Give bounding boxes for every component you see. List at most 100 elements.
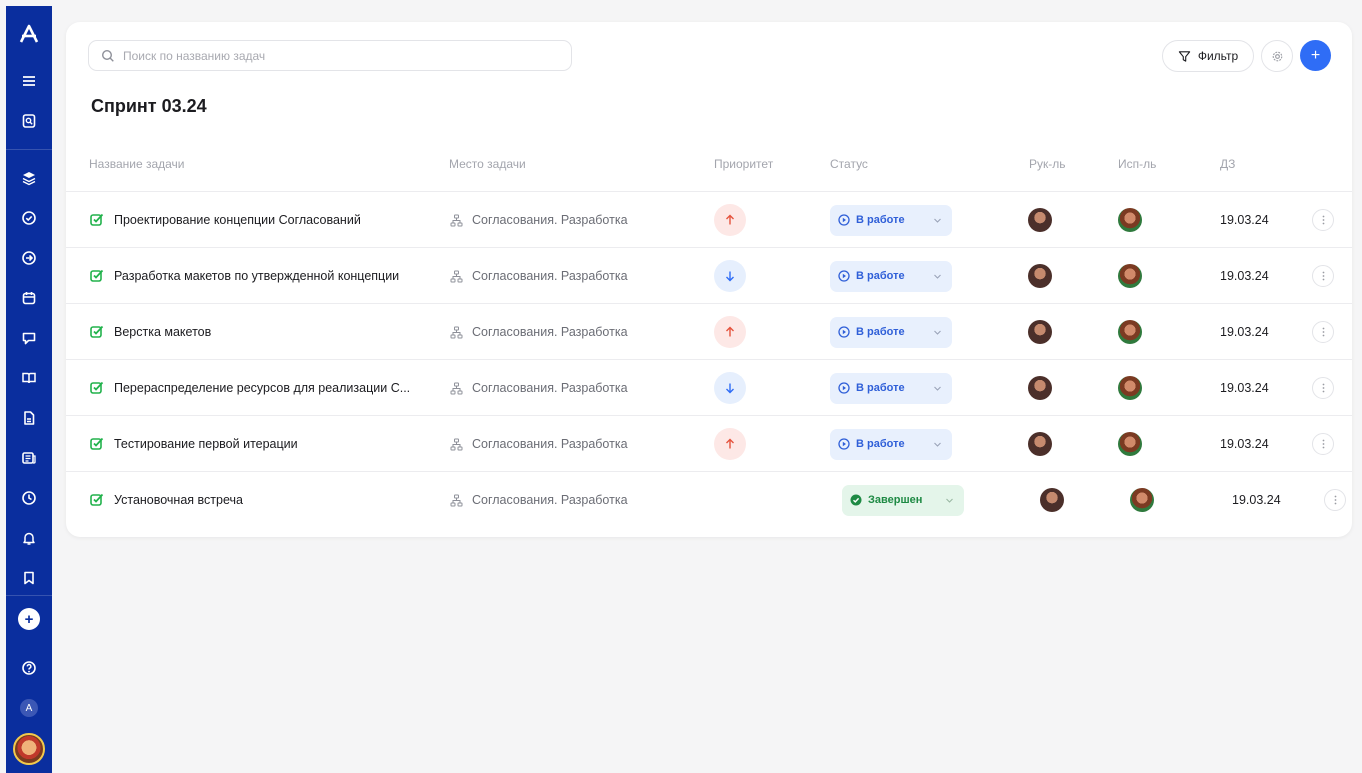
checkbox-checked-icon[interactable]	[90, 325, 104, 339]
play-circle-icon	[838, 270, 850, 282]
status-label: В работе	[856, 326, 905, 338]
priority-badge[interactable]	[714, 428, 746, 460]
checkbox-checked-icon[interactable]	[90, 381, 104, 395]
priority-badge[interactable]	[714, 372, 746, 404]
status-dropdown[interactable]: В работе	[830, 204, 952, 236]
task-place[interactable]: Согласования. Разработка	[472, 325, 628, 339]
avatar[interactable]	[1028, 264, 1052, 288]
arrow-up-icon	[726, 214, 734, 225]
search-box[interactable]	[88, 40, 572, 71]
more-icon[interactable]	[1312, 321, 1334, 343]
more-icon[interactable]	[1324, 489, 1346, 511]
status-dropdown[interactable]: В работе	[830, 260, 952, 292]
search-doc-icon[interactable]	[14, 106, 44, 136]
chevron-down-icon	[934, 218, 941, 223]
task-place[interactable]: Согласования. Разработка	[472, 213, 628, 227]
add-task-button[interactable]: +	[1300, 40, 1331, 71]
workspace-badge[interactable]: A	[20, 699, 38, 717]
avatar[interactable]	[1028, 376, 1052, 400]
table-row[interactable]: Тестирование первой итерации Согласовани…	[66, 415, 1352, 471]
checkbox-checked-icon[interactable]	[90, 213, 104, 227]
task-name[interactable]: Тестирование первой итерации	[114, 437, 298, 451]
checkbox-checked-icon[interactable]	[90, 493, 104, 507]
more-icon[interactable]	[1312, 265, 1334, 287]
table-row[interactable]: Верстка макетов Согласования. Разработка…	[66, 303, 1352, 359]
arrow-circle-icon[interactable]	[14, 243, 44, 273]
calendar-icon[interactable]	[14, 283, 44, 313]
bell-icon[interactable]	[14, 523, 44, 553]
due-date: 19.03.24	[1220, 325, 1269, 339]
check-circle-icon[interactable]	[14, 203, 44, 233]
search-input[interactable]	[123, 48, 563, 63]
table-row[interactable]: Перераспределение ресурсов для реализаци…	[66, 359, 1352, 415]
avatar[interactable]	[1118, 432, 1142, 456]
more-icon[interactable]	[1312, 377, 1334, 399]
status-cell: В работе	[830, 416, 952, 472]
filter-label: Фильтр	[1197, 49, 1239, 63]
more-icon[interactable]	[1312, 209, 1334, 231]
checkbox-checked-icon[interactable]	[90, 269, 104, 283]
task-name[interactable]: Проектирование концепции Согласований	[114, 213, 361, 227]
row-menu-cell	[1324, 472, 1346, 528]
task-name[interactable]: Верстка макетов	[114, 325, 211, 339]
document-icon[interactable]	[14, 403, 44, 433]
table-row[interactable]: Проектирование концепции Согласований Со…	[66, 191, 1352, 247]
task-place[interactable]: Согласования. Разработка	[472, 437, 628, 451]
status-dropdown[interactable]: Завершен	[842, 484, 964, 516]
due-date: 19.03.24	[1232, 493, 1281, 507]
task-place[interactable]: Согласования. Разработка	[472, 269, 628, 283]
avatar[interactable]	[1118, 376, 1142, 400]
chevron-down-icon	[934, 330, 941, 335]
help-icon[interactable]	[14, 653, 44, 683]
settings-button[interactable]	[1261, 40, 1293, 72]
user-avatar[interactable]	[13, 733, 45, 765]
row-menu-cell	[1312, 248, 1334, 304]
avatar[interactable]	[1028, 432, 1052, 456]
layers-icon[interactable]	[14, 163, 44, 193]
table-row[interactable]: Установочная встреча Согласования. Разра…	[66, 471, 1352, 527]
avatar[interactable]	[1118, 320, 1142, 344]
news-icon[interactable]	[14, 443, 44, 473]
column-header-date[interactable]: ДЗ	[1220, 157, 1235, 171]
column-header-name[interactable]: Название задачи	[89, 157, 185, 171]
book-icon[interactable]	[14, 363, 44, 393]
chat-icon[interactable]	[14, 323, 44, 353]
status-dropdown[interactable]: В работе	[830, 372, 952, 404]
column-header-priority[interactable]: Приоритет	[714, 157, 773, 171]
status-dropdown[interactable]: В работе	[830, 428, 952, 460]
task-place[interactable]: Согласования. Разработка	[472, 493, 628, 507]
column-header-place[interactable]: Место задачи	[449, 157, 526, 171]
due-date: 19.03.24	[1220, 381, 1269, 395]
filter-button[interactable]: Фильтр	[1162, 40, 1254, 72]
sidebar-add-button[interactable]: +	[18, 608, 40, 630]
column-header-exec[interactable]: Исп-ль	[1118, 157, 1156, 171]
priority-cell	[714, 192, 746, 248]
task-name[interactable]: Разработка макетов по утвержденной конце…	[114, 269, 399, 283]
sidebar: + A	[6, 6, 52, 773]
avatar[interactable]	[1118, 264, 1142, 288]
exec-cell	[1118, 360, 1142, 416]
avatar[interactable]	[1130, 488, 1154, 512]
avatar[interactable]	[1028, 208, 1052, 232]
clock-icon[interactable]	[14, 483, 44, 513]
status-cell: В работе	[830, 192, 952, 248]
avatar[interactable]	[1040, 488, 1064, 512]
avatar[interactable]	[1118, 208, 1142, 232]
avatar[interactable]	[1028, 320, 1052, 344]
priority-badge[interactable]	[714, 260, 746, 292]
priority-badge[interactable]	[714, 316, 746, 348]
checkbox-checked-icon[interactable]	[90, 437, 104, 451]
filter-icon	[1178, 50, 1191, 62]
bookmark-icon[interactable]	[14, 563, 44, 593]
priority-badge[interactable]	[714, 204, 746, 236]
menu-icon[interactable]	[14, 66, 44, 96]
task-name[interactable]: Установочная встреча	[114, 493, 243, 507]
task-name[interactable]: Перераспределение ресурсов для реализаци…	[114, 381, 410, 395]
app-logo[interactable]	[19, 20, 39, 48]
status-dropdown[interactable]: В работе	[830, 316, 952, 348]
task-place[interactable]: Согласования. Разработка	[472, 381, 628, 395]
more-icon[interactable]	[1312, 433, 1334, 455]
column-header-lead[interactable]: Рук-ль	[1029, 157, 1066, 171]
table-row[interactable]: Разработка макетов по утвержденной конце…	[66, 247, 1352, 303]
column-header-status[interactable]: Статус	[830, 157, 868, 171]
